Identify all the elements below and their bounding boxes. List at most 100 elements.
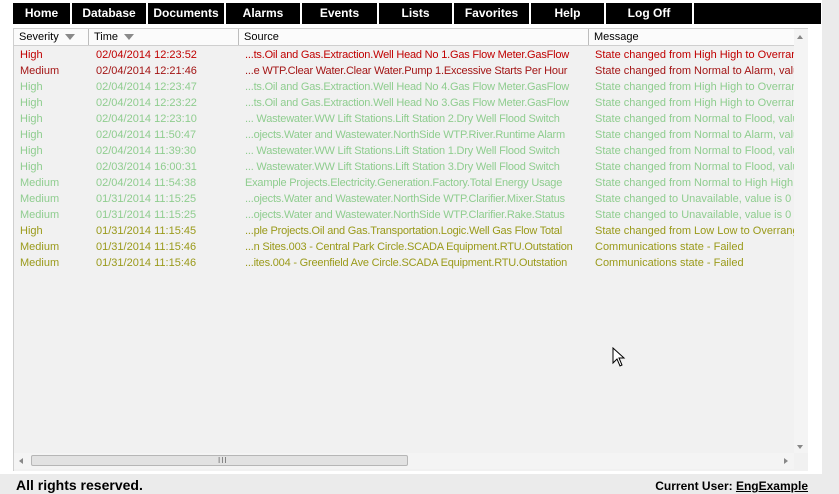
alarm-source-cell: Example Projects.Electricity.Generation.… — [245, 177, 563, 189]
column-header-time[interactable]: Time — [89, 29, 239, 45]
alarm-row[interactable]: Medium 01/31/2014 11:15:25 ...ojects.Water… — [14, 191, 794, 207]
alarm-message-cell: State changed to Unavailable, value is 0 — [595, 193, 792, 205]
alarm-message-cell: State changed from Normal to Alarm, valu… — [595, 129, 794, 141]
copyright-text: All rights reserved. — [16, 477, 143, 493]
alarm-source-cell: ...ojects.Water and Wastewater.NorthSide… — [245, 129, 565, 141]
alarm-severity-cell: High — [20, 161, 43, 173]
nav-events[interactable]: Events — [302, 3, 379, 24]
footer: All rights reserved. Current User: EngEx… — [0, 474, 839, 494]
column-header-source[interactable]: Source — [239, 29, 589, 45]
alarm-time-cell: 01/31/2014 11:15:45 — [96, 225, 197, 237]
alarm-source-cell: ...ojects.Water and Wastewater.NorthSide… — [245, 209, 565, 221]
alarm-row[interactable]: High 02/04/2014 12:23:22 ...ts.Oil and Gas… — [14, 95, 794, 111]
alarm-time-cell: 02/04/2014 11:50:47 — [96, 129, 197, 141]
scroll-down-arrow-icon[interactable] — [797, 445, 803, 449]
alarm-severity-cell: Medium — [20, 65, 60, 77]
alarm-row[interactable]: High 02/03/2014 16:00:31 ... Wastewater.WW… — [14, 159, 794, 175]
alarm-row[interactable]: High 01/31/2014 11:15:45 ...ple Projects.O… — [14, 223, 794, 239]
alarm-row[interactable]: Medium 01/31/2014 11:15:46 ...ites.004 - G… — [14, 255, 794, 271]
alarm-source-cell: ...e WTP.Clear Water.Clear Water.Pump 1.… — [245, 65, 568, 77]
sort-descending-icon[interactable] — [64, 34, 75, 41]
alarm-severity-cell: High — [20, 49, 43, 61]
alarm-severity-cell: Medium — [20, 241, 60, 253]
scroll-left-arrow-icon[interactable] — [19, 458, 23, 464]
alarm-time-cell: 02/04/2014 12:23:52 — [96, 49, 197, 61]
alarm-severity-cell: High — [20, 129, 43, 141]
alarm-row[interactable]: High 02/04/2014 11:50:47 ...ojects.Water a… — [14, 127, 794, 143]
alarm-message-cell: State changed from High High to Overrang… — [595, 97, 794, 109]
nav-alarms[interactable]: Alarms — [226, 3, 302, 24]
sort-descending-icon[interactable] — [124, 34, 135, 41]
alarm-row[interactable]: Medium 02/04/2014 11:54:38 Example Project… — [14, 175, 794, 191]
alarm-rows: High 02/04/2014 12:23:52 ...ts.Oil and Gas… — [14, 47, 794, 271]
nav-help[interactable]: Help — [531, 3, 606, 24]
nav-filler — [694, 3, 821, 24]
column-header-severity[interactable]: Severity — [14, 29, 89, 45]
alarm-message-cell: Communications state - Failed — [595, 241, 744, 253]
vertical-scrollbar[interactable] — [794, 29, 808, 453]
horizontal-scroll-thumb[interactable]: III — [31, 455, 408, 466]
nav-favorites[interactable]: Favorites — [454, 3, 531, 24]
alarm-row[interactable]: Medium 01/31/2014 11:15:25 ...ojects.Water… — [14, 207, 794, 223]
alarm-time-cell: 02/04/2014 12:21:46 — [96, 65, 197, 77]
alarm-message-cell: State changed from High High to Overrang… — [595, 49, 794, 61]
alarm-row[interactable]: High 02/04/2014 12:23:10 ... Wastewater.WW… — [14, 111, 794, 127]
alarm-time-cell: 02/03/2014 16:00:31 — [96, 161, 197, 173]
alarm-time-cell: 02/04/2014 11:39:30 — [96, 145, 197, 157]
alarm-row[interactable]: Medium 01/31/2014 11:15:46 ...n Sites.003 … — [14, 239, 794, 255]
alarm-severity-cell: Medium — [20, 177, 60, 189]
alarm-message-cell: State changed from Normal to Alarm, valu… — [595, 65, 794, 77]
alarm-row[interactable]: High 02/04/2014 12:23:47 ...ts.Oil and Gas… — [14, 79, 794, 95]
alarm-source-cell: ...ts.Oil and Gas.Extraction.Well Head N… — [245, 97, 570, 109]
alarm-source-cell: ... Wastewater.WW Lift Stations.Lift Sta… — [245, 145, 560, 157]
page-right-margin — [822, 0, 839, 494]
alarm-row[interactable]: Medium 02/04/2014 12:21:46 ...e WTP.Clear … — [14, 63, 794, 79]
alarm-message-cell: State changed from Normal to Flood, valu… — [595, 113, 794, 125]
alarm-time-cell: 01/31/2014 11:15:25 — [96, 193, 197, 205]
alarm-grid: Severity Time Source Message High 02/04/2… — [13, 28, 808, 471]
horizontal-scrollbar[interactable]: III — [14, 453, 794, 469]
nav-lists[interactable]: Lists — [379, 3, 454, 24]
alarm-message-cell: State changed from Normal to Flood, valu… — [595, 145, 794, 157]
alarm-severity-cell: High — [20, 225, 43, 237]
scroll-up-arrow-icon[interactable] — [797, 35, 803, 39]
nav-database[interactable]: Database — [72, 3, 148, 24]
alarm-row[interactable]: High 02/04/2014 12:23:52 ...ts.Oil and Gas… — [14, 47, 794, 63]
alarm-severity-cell: High — [20, 97, 43, 109]
alarm-severity-cell: High — [20, 81, 43, 93]
alarm-source-cell: ...ple Projects.Oil and Gas.Transportati… — [245, 225, 562, 237]
column-header-time-label: Time — [94, 31, 119, 43]
alarm-source-cell: ...n Sites.003 - Central Park Circle.SCA… — [245, 241, 573, 253]
alarm-time-cell: 01/31/2014 11:15:46 — [96, 241, 197, 253]
alarm-row[interactable]: High 02/04/2014 11:39:30 ... Wastewater.WW… — [14, 143, 794, 159]
column-header-message-label: Message — [594, 31, 639, 43]
alarm-severity-cell: Medium — [20, 193, 60, 205]
alarm-source-cell: ...ts.Oil and Gas.Extraction.Well Head N… — [245, 49, 570, 61]
column-header-source-label: Source — [244, 31, 279, 43]
alarm-message-cell: Communications state - Failed — [595, 257, 744, 269]
alarm-source-cell: ... Wastewater.WW Lift Stations.Lift Sta… — [245, 113, 560, 125]
alarm-source-cell: ... Wastewater.WW Lift Stations.Lift Sta… — [245, 161, 560, 173]
scroll-grip-icon: III — [218, 456, 228, 465]
mouse-pointer-icon — [612, 347, 626, 367]
alarm-source-cell: ...ites.004 - Greenfield Ave Circle.SCAD… — [245, 257, 568, 269]
grid-header: Severity Time Source Message — [14, 29, 794, 46]
nav-home[interactable]: Home — [13, 3, 72, 24]
alarm-time-cell: 02/04/2014 12:23:22 — [96, 97, 197, 109]
alarm-severity-cell: Medium — [20, 257, 60, 269]
alarm-source-cell: ...ojects.Water and Wastewater.NorthSide… — [245, 193, 565, 205]
main-nav: Home Database Documents Alarms Events Li… — [13, 3, 821, 24]
alarm-time-cell: 01/31/2014 11:15:25 — [96, 209, 197, 221]
alarm-message-cell: State changed from Low Low to Overrange — [595, 225, 794, 237]
alarm-time-cell: 02/04/2014 11:54:38 — [96, 177, 197, 189]
top-bar: Home Database Documents Alarms Events Li… — [0, 0, 839, 26]
alarm-time-cell: 01/31/2014 11:15:46 — [96, 257, 197, 269]
nav-documents[interactable]: Documents — [148, 3, 226, 24]
scroll-right-arrow-icon[interactable] — [784, 458, 788, 464]
current-user-label: Current User: — [655, 479, 733, 493]
column-header-message[interactable]: Message — [589, 29, 794, 45]
nav-log-off[interactable]: Log Off — [606, 3, 694, 24]
column-header-severity-label: Severity — [19, 31, 59, 43]
current-user-link[interactable]: EngExample — [736, 479, 808, 493]
current-user: Current User: EngExample — [655, 479, 808, 493]
